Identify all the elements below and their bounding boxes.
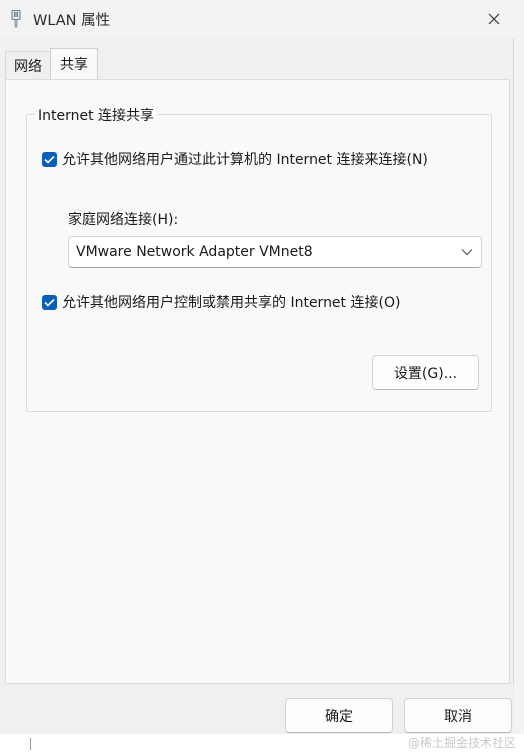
tab-strip: 网络 共享: [5, 48, 98, 79]
allow-share-checkbox-row[interactable]: 允许其他网络用户通过此计算机的 Internet 连接来连接(N): [42, 149, 428, 169]
properties-dialog: WLAN 属性 网络 共享 Internet 连接共享 允许其他网络用户通过此计…: [0, 0, 514, 734]
dialog-footer: 确定 取消: [0, 685, 514, 734]
ok-button[interactable]: 确定: [285, 698, 393, 733]
ics-group: Internet 连接共享 允许其他网络用户通过此计算机的 Internet 连…: [26, 105, 492, 412]
home-network-value: VMware Network Adapter VMnet8: [76, 244, 313, 260]
chevron-down-icon: [461, 249, 473, 256]
allow-control-checkbox-row[interactable]: 允许其他网络用户控制或禁用共享的 Internet 连接(O): [42, 292, 400, 312]
allow-share-checkbox[interactable]: [42, 151, 57, 167]
home-network-select[interactable]: VMware Network Adapter VMnet8: [68, 236, 482, 268]
cancel-button[interactable]: 取消: [404, 698, 512, 733]
allow-control-label: 允许其他网络用户控制或禁用共享的 Internet 连接(O): [62, 295, 401, 311]
tab-sharing[interactable]: 共享: [50, 48, 98, 79]
network-adapter-icon: [11, 10, 21, 28]
allow-control-checkbox[interactable]: [42, 294, 57, 310]
allow-share-label: 允许其他网络用户通过此计算机的 Internet 连接来连接(N): [62, 152, 428, 168]
close-button[interactable]: [478, 4, 510, 34]
checkmark-icon: [44, 155, 55, 164]
background-window-fragment: [30, 738, 100, 750]
tab-network[interactable]: 网络: [5, 51, 51, 79]
window-title: WLAN 属性: [33, 13, 111, 29]
watermark: @稀土掘金技术社区: [407, 736, 516, 750]
sharing-panel: Internet 连接共享 允许其他网络用户通过此计算机的 Internet 连…: [5, 79, 510, 684]
home-network-label: 家庭网络连接(H):: [68, 212, 179, 228]
settings-button[interactable]: 设置(G)...: [372, 355, 479, 390]
close-icon: [488, 13, 500, 25]
checkmark-icon: [44, 298, 55, 307]
title-bar[interactable]: WLAN 属性: [0, 0, 514, 38]
group-title: Internet 连接共享: [35, 105, 158, 125]
